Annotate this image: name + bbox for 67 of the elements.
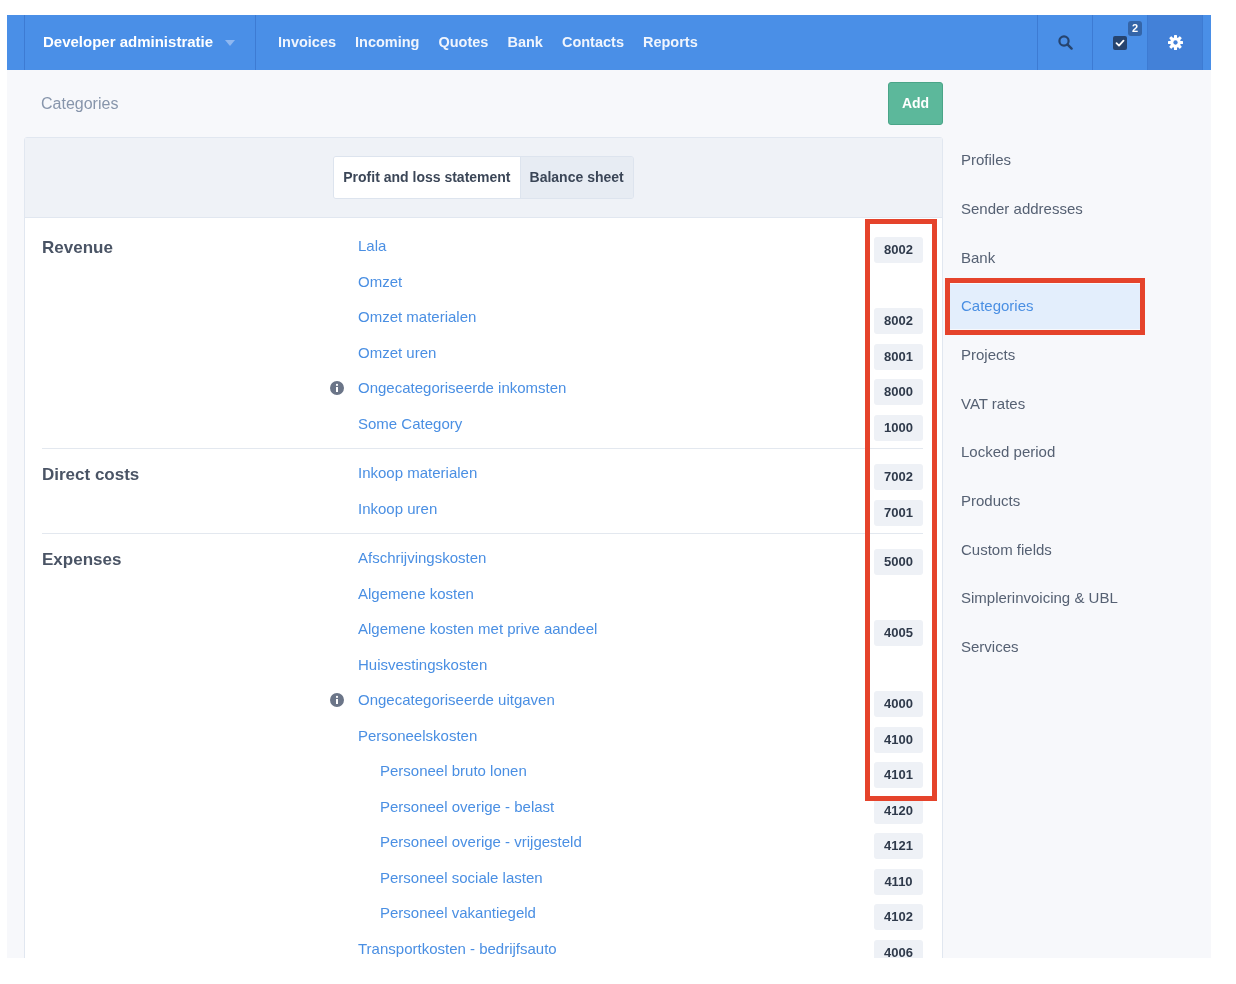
- group-title: Expenses: [42, 550, 122, 570]
- nav-link[interactable]: Quotes: [438, 31, 489, 54]
- category-link[interactable]: Huisvestingskosten: [358, 655, 488, 674]
- account-code: 4110: [874, 868, 923, 895]
- category-link[interactable]: Lala: [358, 237, 387, 255]
- statement-tab[interactable]: Balance sheet: [519, 157, 633, 198]
- account-code: 4100: [874, 726, 923, 753]
- account-code: 4006: [874, 939, 923, 958]
- category-link[interactable]: Personeel bruto lonen: [380, 762, 527, 780]
- settings-menu-item[interactable]: Custom fields: [948, 527, 1140, 573]
- category-link[interactable]: Personeel sociale lasten: [380, 868, 543, 887]
- category-link[interactable]: Ongecategoriseerde uitgaven: [358, 691, 555, 709]
- workspace-dropdown[interactable]: Developer administratie: [24, 15, 256, 70]
- category-link[interactable]: Personeelskosten: [358, 726, 478, 745]
- settings-menu-item[interactable]: Simplerinvoicing & UBL: [948, 576, 1140, 622]
- caret-icon: [225, 39, 235, 46]
- category-link[interactable]: Omzet materialen: [358, 308, 477, 326]
- checkbox-icon: [1113, 35, 1127, 50]
- page-title: Categories: [41, 93, 119, 114]
- category-link[interactable]: Algemene kosten: [358, 584, 474, 603]
- nav-link[interactable]: Incoming: [355, 31, 420, 54]
- account-code: 1000: [874, 414, 923, 441]
- nav-link[interactable]: Reports: [642, 31, 698, 54]
- settings-button[interactable]: [1147, 15, 1202, 70]
- category-link[interactable]: Personeel overige - belast: [380, 797, 555, 816]
- category-link[interactable]: Algemene kosten met prive aandeel: [358, 620, 598, 638]
- add-button[interactable]: Add: [888, 82, 943, 125]
- nav-link[interactable]: Contacts: [561, 31, 624, 54]
- settings-menu-item[interactable]: Sender addresses: [948, 186, 1140, 232]
- settings-menu-item[interactable]: Projects: [948, 332, 1140, 378]
- category-link[interactable]: Personeel overige - vrijgesteld: [380, 833, 582, 851]
- category-link[interactable]: Ongecategoriseerde inkomsten: [358, 379, 567, 397]
- account-code: 8002: [874, 308, 923, 334]
- category-link[interactable]: Omzet uren: [358, 343, 437, 362]
- group-title: Direct costs: [42, 465, 140, 485]
- account-code: 8002: [874, 237, 923, 263]
- settings-menu-item[interactable]: Categories: [948, 284, 1140, 330]
- account-code: 8000: [874, 379, 923, 405]
- category-link[interactable]: Afschrijvingskosten: [358, 549, 487, 567]
- notification-badge: 2: [1127, 21, 1142, 36]
- account-code: 4101: [874, 762, 923, 788]
- account-code: 7001: [874, 499, 923, 526]
- settings-menu-item[interactable]: VAT rates: [948, 381, 1140, 427]
- search-icon: [1057, 35, 1073, 50]
- account-code: 8001: [874, 343, 923, 370]
- nav-link[interactable]: Bank: [507, 31, 543, 54]
- category-link[interactable]: Personeel vakantiegeld: [380, 904, 536, 922]
- account-code: 4005: [874, 620, 923, 646]
- account-code: 7002: [874, 464, 923, 490]
- group-title: Revenue: [42, 238, 113, 258]
- statement-tab[interactable]: Profit and loss statement: [334, 157, 520, 198]
- category-link[interactable]: Inkoop uren: [358, 499, 438, 518]
- account-code: 4000: [874, 691, 923, 717]
- category-link[interactable]: Omzet: [358, 272, 403, 291]
- account-code: 5000: [874, 549, 923, 575]
- account-code: 4121: [874, 833, 923, 859]
- settings-menu-item[interactable]: Bank: [948, 235, 1140, 281]
- settings-icon: [1167, 35, 1183, 50]
- settings-menu-item[interactable]: Locked period: [948, 430, 1140, 476]
- category-link[interactable]: Inkoop materialen: [358, 464, 478, 482]
- category-link[interactable]: Some Category: [358, 414, 463, 433]
- settings-menu-item[interactable]: Products: [948, 478, 1140, 524]
- nav-link[interactable]: Invoices: [278, 31, 337, 54]
- settings-menu-item[interactable]: Services: [948, 624, 1140, 670]
- category-link[interactable]: Transportkosten - bedrijfsauto: [358, 939, 557, 958]
- settings-menu-item[interactable]: Profiles: [948, 138, 1140, 183]
- account-code: 4102: [874, 904, 923, 930]
